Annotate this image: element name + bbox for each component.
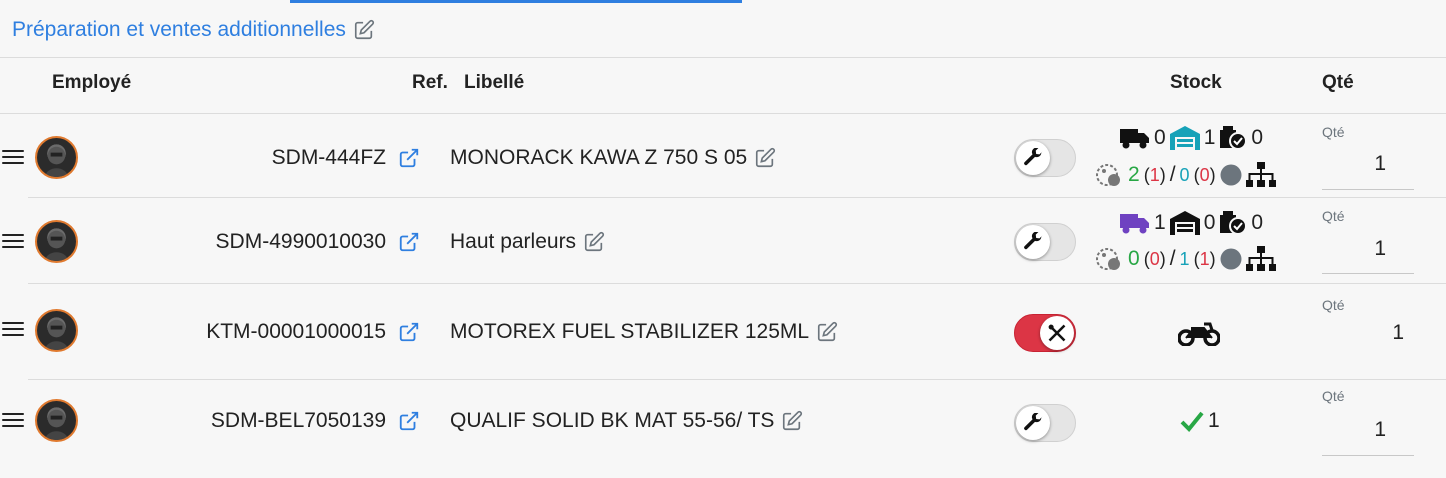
stock-tagged-paren: 1 — [1149, 164, 1160, 185]
product-label[interactable]: MOTOREX FUEL STABILIZER 125ML — [450, 320, 839, 344]
wrench-screwdriver-icon — [1048, 324, 1066, 342]
qty-label: Qté — [1322, 208, 1345, 224]
edit-icon[interactable] — [815, 321, 839, 343]
col-header-label: Libellé — [464, 72, 525, 93]
product-label-text: MONORACK KAWA Z 750 S 05 — [450, 146, 748, 169]
product-label-text: MOTOREX FUEL STABILIZER 125ML — [450, 320, 810, 343]
stock-reserved: 0 — [1251, 126, 1264, 149]
section-title[interactable]: Préparation et ventes additionnelles — [12, 16, 376, 44]
product-label-text: Haut parleurs — [450, 230, 577, 253]
stock-availability — [1178, 320, 1220, 346]
col-header-employee: Employé — [52, 72, 132, 93]
avatar — [35, 399, 78, 442]
qty-input[interactable]: 1 — [1322, 152, 1386, 176]
service-toggle[interactable] — [1014, 404, 1076, 442]
stock-other-paren: 1 — [1199, 248, 1210, 269]
truck-icon — [1120, 129, 1149, 149]
stock-detail: 2 (1) / 0 (0) — [1096, 162, 1276, 188]
stock-availability: 1 0 0 — [1120, 211, 1263, 235]
stock-delivery: 0 — [1154, 126, 1166, 149]
active-tab-indicator — [290, 0, 742, 3]
edit-icon[interactable] — [753, 147, 777, 169]
check-icon — [1180, 411, 1204, 432]
product-label[interactable]: MONORACK KAWA Z 750 S 05 — [450, 146, 777, 170]
status-dot-icon — [1220, 164, 1242, 186]
row-divider — [28, 379, 1446, 380]
stock-other: 0 — [1179, 164, 1190, 185]
stock-tagged: 0 — [1128, 247, 1140, 270]
stock-tagged-paren: 0 — [1149, 248, 1160, 269]
product-ref: SDM-4990010030 — [215, 230, 386, 253]
wrench-icon — [1024, 413, 1043, 431]
qty-underline — [1322, 273, 1414, 274]
section-title-text[interactable]: Préparation et ventes additionnelles — [12, 18, 346, 42]
stock-reserved: 0 — [1251, 211, 1264, 234]
stock-availability: 1 — [1180, 409, 1220, 433]
drag-handle-icon[interactable] — [2, 413, 24, 429]
header-divider-top — [0, 57, 1446, 58]
edit-icon[interactable] — [780, 410, 804, 432]
stock-availability: 0 1 0 — [1120, 126, 1263, 150]
drag-handle-icon[interactable] — [2, 150, 24, 166]
warehouse-icon — [1169, 211, 1200, 235]
col-header-ref: Ref. — [412, 72, 448, 93]
product-ref: SDM-BEL7050139 — [210, 409, 386, 432]
avatar — [35, 309, 78, 352]
hierarchy-icon[interactable] — [1245, 246, 1276, 272]
stock-check-count: 1 — [1208, 409, 1220, 432]
drag-handle-icon[interactable] — [2, 234, 24, 250]
row-divider — [28, 283, 1446, 284]
service-toggle[interactable] — [1014, 314, 1076, 352]
wrench-icon — [1024, 148, 1043, 166]
col-header-stock: Stock — [1170, 72, 1222, 93]
qty-label: Qté — [1322, 124, 1345, 140]
product-label[interactable]: QUALIF SOLID BK MAT 55-56/ TS — [450, 409, 804, 433]
drag-handle-icon[interactable] — [2, 322, 24, 338]
truck-icon — [1120, 214, 1149, 234]
hierarchy-icon[interactable] — [1245, 162, 1276, 188]
qty-input[interactable]: 1 — [1322, 418, 1386, 442]
stock-warehouse: 1 — [1203, 126, 1216, 149]
warehouse-icon — [1169, 126, 1200, 150]
product-ref: KTM-00001000015 — [206, 320, 386, 343]
edit-icon[interactable] — [352, 19, 376, 41]
reserved-box-icon — [1220, 211, 1248, 235]
edit-icon[interactable] — [582, 231, 606, 253]
external-link-icon[interactable] — [398, 147, 420, 169]
reserved-box-icon — [1220, 126, 1248, 150]
header-divider-bottom — [0, 113, 1446, 114]
col-header-qty: Qté — [1322, 72, 1354, 93]
motorcycle-icon — [1178, 322, 1220, 346]
stock-detail: 0 (0) / 1 (1) — [1096, 246, 1276, 272]
product-label-text: QUALIF SOLID BK MAT 55-56/ TS — [450, 409, 775, 432]
stock-other-paren: 0 — [1199, 164, 1210, 185]
stock-other: 1 — [1179, 248, 1190, 269]
avatar — [35, 136, 78, 179]
qty-underline — [1322, 189, 1414, 190]
qty-label: Qté — [1322, 297, 1345, 313]
qty-label: Qté — [1322, 388, 1345, 404]
stock-tagged: 2 — [1128, 163, 1140, 186]
qty-underline — [1322, 455, 1414, 456]
status-dot-icon — [1220, 248, 1242, 270]
external-link-icon[interactable] — [398, 321, 420, 343]
tag-icon — [1096, 164, 1120, 186]
product-ref: SDM-444FZ — [271, 146, 386, 169]
product-label[interactable]: Haut parleurs — [450, 230, 606, 254]
external-link-icon[interactable] — [398, 231, 420, 253]
tag-icon — [1096, 248, 1120, 270]
stock-delivery: 1 — [1154, 211, 1166, 234]
qty-input[interactable]: 1 — [1322, 321, 1404, 345]
avatar — [35, 220, 78, 263]
external-link-icon[interactable] — [398, 410, 420, 432]
wrench-icon — [1024, 232, 1043, 250]
row-divider — [28, 197, 1446, 198]
qty-input[interactable]: 1 — [1322, 237, 1386, 261]
service-toggle[interactable] — [1014, 139, 1076, 177]
stock-warehouse: 0 — [1203, 211, 1216, 234]
service-toggle[interactable] — [1014, 223, 1076, 261]
